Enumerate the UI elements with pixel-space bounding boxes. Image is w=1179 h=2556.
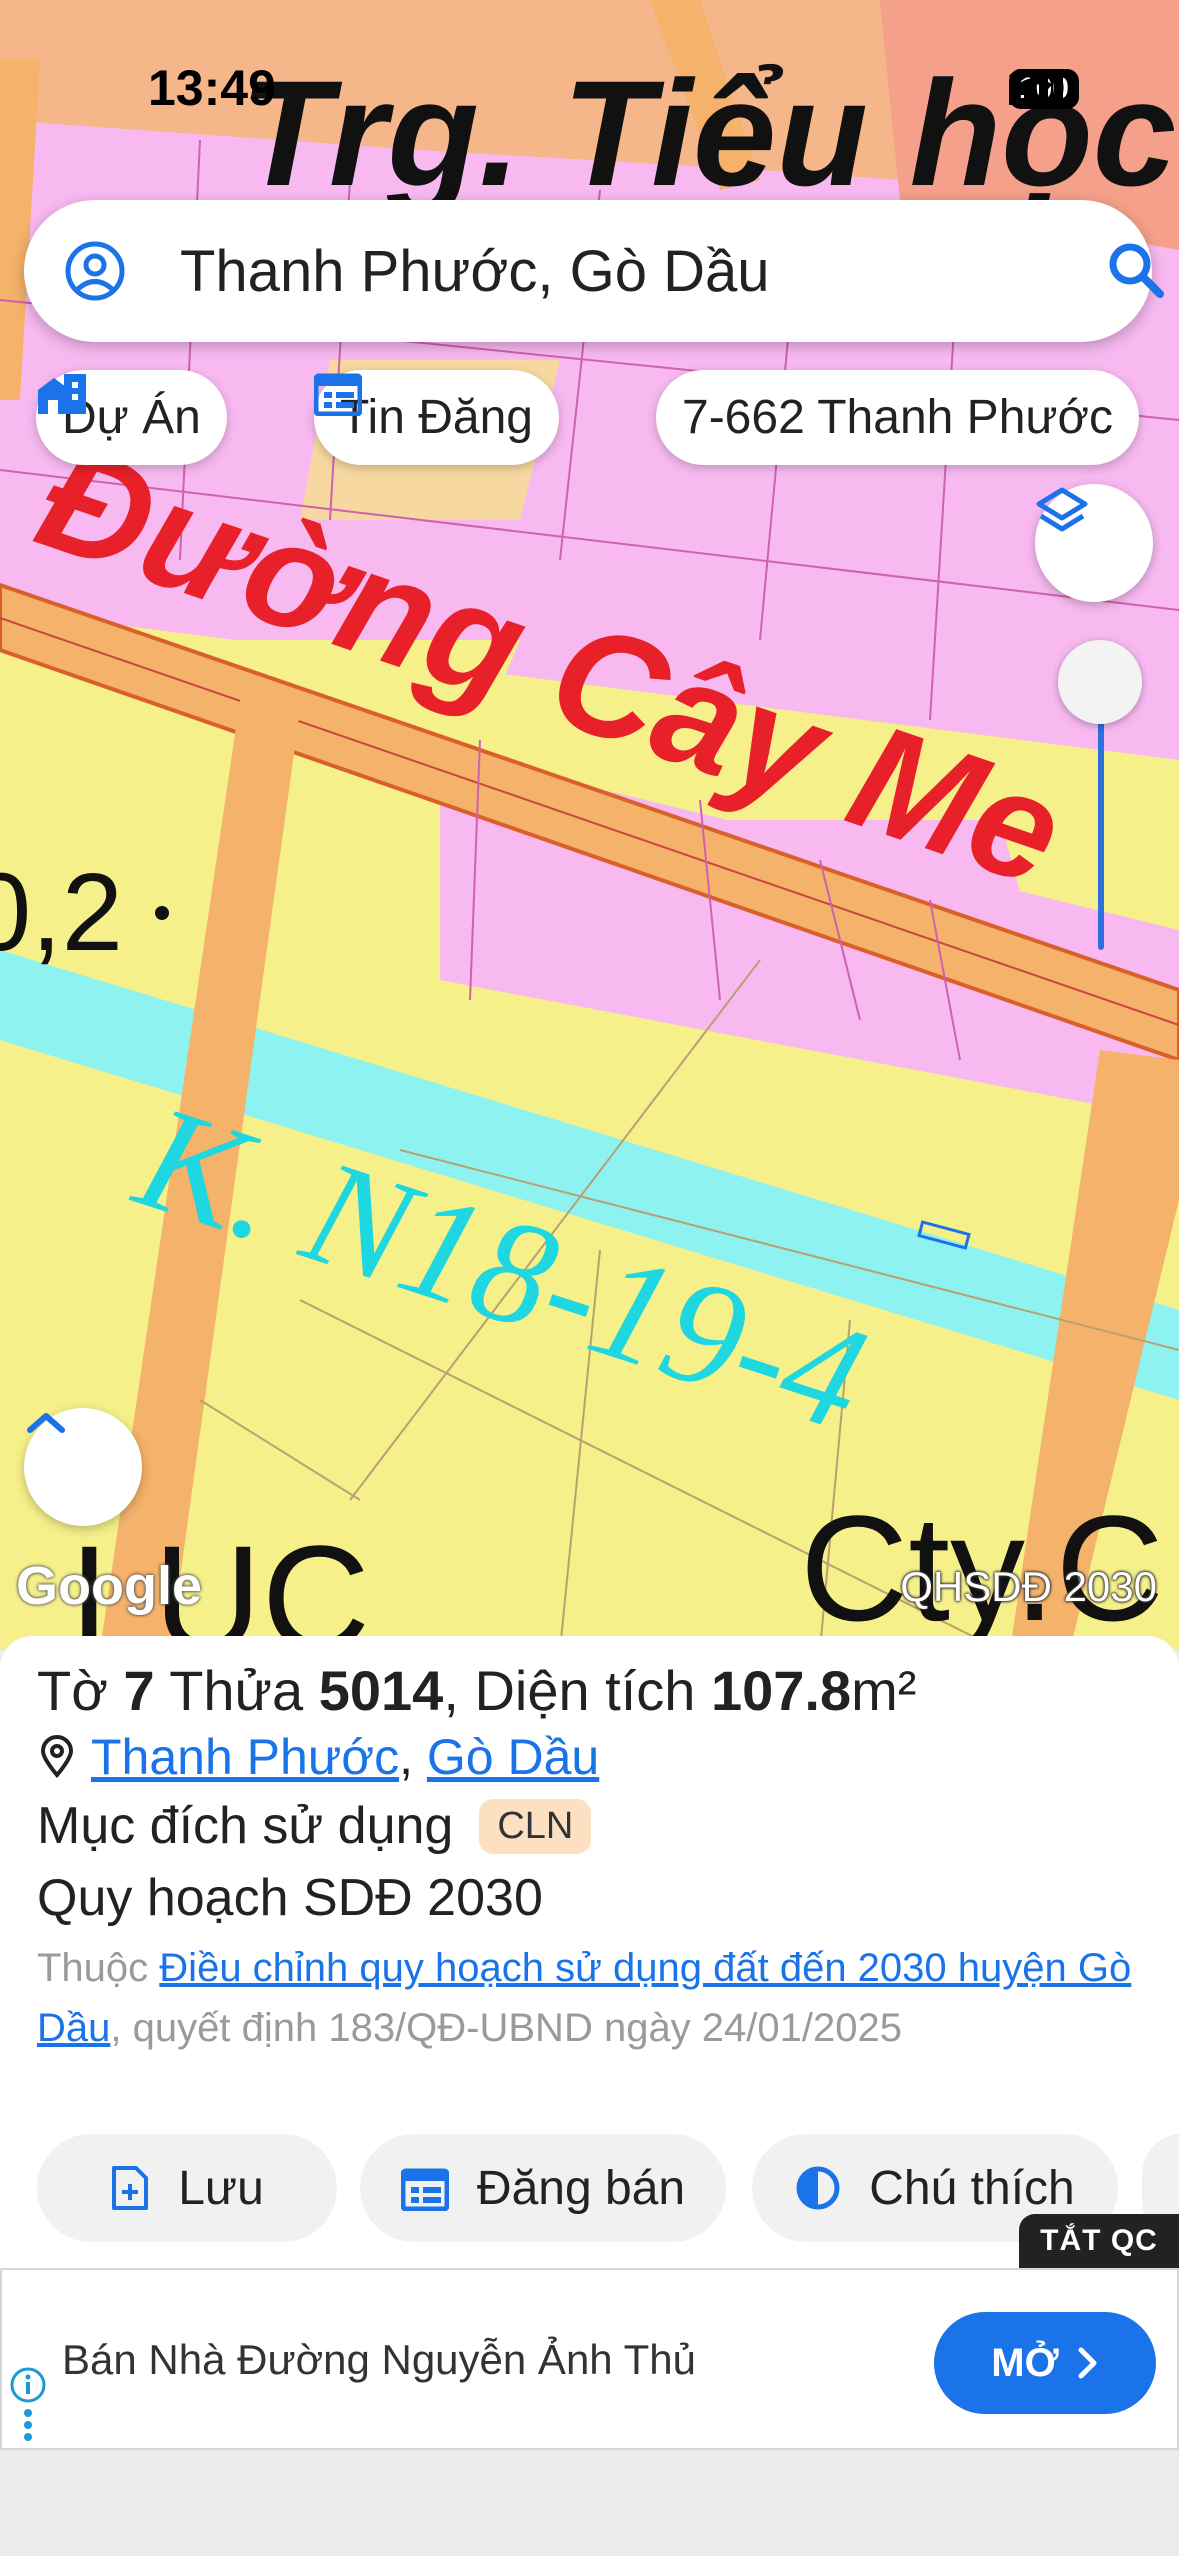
purpose-badge: CLN — [479, 1798, 592, 1854]
sheet-prefix: Tờ — [37, 1659, 108, 1722]
district-link[interactable]: Gò Dầu — [427, 1729, 599, 1785]
plot-number: 5014 — [318, 1659, 444, 1722]
opacity-slider-knob[interactable] — [1058, 640, 1142, 724]
layer-name-label: QHSDĐ 2030 — [900, 1563, 1157, 1610]
chip-du-an[interactable]: Dự Án — [36, 370, 227, 465]
search-input[interactable]: Thanh Phước, Gò Dầu — [180, 238, 770, 305]
chip-label: 7-662 Thanh Phước — [682, 391, 1113, 444]
source-prefix: Thuộc — [37, 1946, 149, 1990]
google-logo: Google — [16, 1556, 202, 1616]
parcel-location: Thanh Phước, Gò Dầu — [37, 1728, 599, 1786]
area-value: 107.8 — [711, 1659, 852, 1722]
contrast-icon — [796, 2166, 840, 2210]
plan-label: Quy hoạch SDĐ 2030 — [37, 1869, 543, 1927]
purpose-label: Mục đích sử dụng — [37, 1797, 454, 1855]
chip-parcel-address[interactable]: 7-662 Thanh Phước — [656, 370, 1139, 465]
location-pin-icon — [40, 1735, 74, 1779]
plot-prefix: Thửa — [169, 1659, 304, 1722]
status-icons: 100 — [1008, 69, 1079, 109]
map-view[interactable]: Trg. Tiểu học Đường Cây Me K. N18-19-4 L… — [0, 0, 1179, 1650]
search-bar[interactable]: Thanh Phước, Gò Dầu — [24, 200, 1164, 342]
layers-icon — [1036, 487, 1088, 532]
chip-label: Tin Đăng — [340, 391, 533, 444]
sheet-number: 7 — [123, 1659, 155, 1722]
save-button[interactable]: Lưu — [37, 2134, 337, 2242]
file-add-icon — [112, 2166, 149, 2210]
parcel-info-sheet: Tờ 7 Thửa 5014, Diện tích 107.8m² Thanh … — [0, 1636, 1179, 2276]
chevron-up-icon — [27, 1413, 65, 1433]
post-sale-label: Đăng bán — [476, 2161, 686, 2215]
map-label-num: 0,2 — [0, 851, 123, 974]
save-label: Lưu — [178, 2161, 264, 2215]
ad-text: Bán Nhà Đường Nguyễn Ảnh Thủ — [62, 2336, 696, 2383]
legend-label: Chú thích — [869, 2161, 1075, 2215]
area-prefix: , Diện tích — [443, 1659, 696, 1722]
ad-open-label: MỞ — [991, 2340, 1059, 2385]
layers-button[interactable] — [1035, 484, 1153, 602]
source-suffix: , quyết định 183/QĐ-UBND ngày 24/01/2025 — [110, 2006, 902, 2050]
calendar-icon — [314, 373, 362, 416]
ward-link[interactable]: Thanh Phước — [91, 1729, 399, 1785]
expand-sheet-button[interactable] — [24, 1408, 142, 1526]
land-use-row: Mục đích sử dụng CLN — [37, 1796, 592, 1856]
info-icon[interactable] — [8, 2365, 48, 2450]
chip-tin-dang[interactable]: Tin Đăng — [314, 370, 559, 465]
ad-open-button[interactable]: MỞ — [934, 2312, 1156, 2414]
ad-banner[interactable]: Bán Nhà Đường Nguyễn Ảnh Thủ MỞ — [0, 2268, 1179, 2450]
chevron-right-icon — [1078, 2347, 1097, 2379]
calendar-icon — [400, 2168, 449, 2211]
status-time: 13:49 — [148, 60, 276, 116]
wifi-icon — [1008, 69, 1061, 103]
status-bar: 13:49 100 — [0, 55, 1179, 125]
parcel-title: Tờ 7 Thửa 5014, Diện tích 107.8m² — [37, 1658, 916, 1723]
plan-source: Thuộc Điều chỉnh quy hoạch sử dụng đất đ… — [37, 1938, 1147, 2058]
ad-off-button[interactable]: TẮT QC — [1019, 2214, 1179, 2268]
building-icon — [38, 374, 86, 414]
app-screen: Trg. Tiểu học Đường Cây Me K. N18-19-4 L… — [0, 0, 1179, 2556]
post-sale-button[interactable]: Đăng bán — [360, 2134, 726, 2242]
area-unit: m² — [851, 1659, 917, 1722]
